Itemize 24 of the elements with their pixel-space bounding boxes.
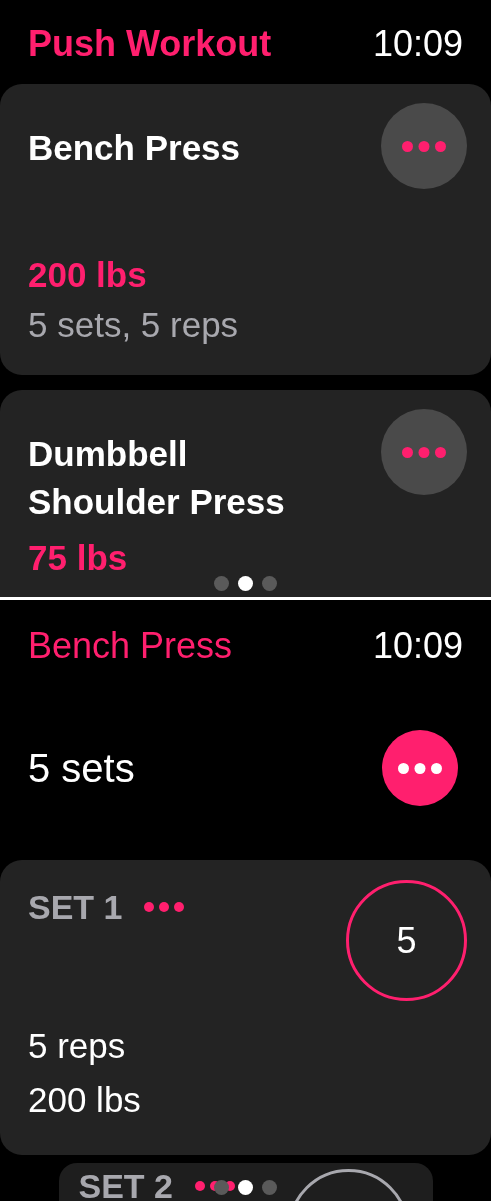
clock-time: 10:09 <box>372 628 463 664</box>
screen-title: Bench Press <box>28 628 233 664</box>
more-icon <box>402 140 446 152</box>
clock-time: 10:09 <box>372 26 463 62</box>
more-icon <box>144 902 185 912</box>
sets-summary: 5 sets <box>28 748 135 788</box>
screen-title: Push Workout <box>28 26 272 62</box>
exercise-weight: 75 lbs <box>28 538 128 578</box>
exercise-name: Bench Press <box>28 127 241 169</box>
exercise-name: Dumbbell Shoulder Press <box>28 433 286 523</box>
set-label: SET 2 <box>78 1169 173 1201</box>
set-label: SET 1 <box>28 890 123 924</box>
exercise-card[interactable]: Bench Press 200 lbs 5 sets, 5 reps <box>0 84 491 375</box>
exercise-card[interactable]: Dumbbell Shoulder Press 75 lbs <box>0 390 491 597</box>
set-card[interactable]: SET 2 <box>58 1163 433 1201</box>
rep-count-ring[interactable]: 5 <box>346 880 467 1001</box>
more-icon <box>402 446 446 458</box>
set-card[interactable]: SET 1 5 5 reps 200 lbs <box>0 860 491 1155</box>
exercise-detail: 5 sets, 5 reps <box>28 304 239 346</box>
more-icon <box>398 762 442 774</box>
rep-count: 5 <box>396 922 417 959</box>
exercise-weight: 200 lbs <box>28 255 147 295</box>
set-reps: 5 reps <box>28 1025 127 1067</box>
set-weight: 200 lbs <box>28 1079 142 1121</box>
